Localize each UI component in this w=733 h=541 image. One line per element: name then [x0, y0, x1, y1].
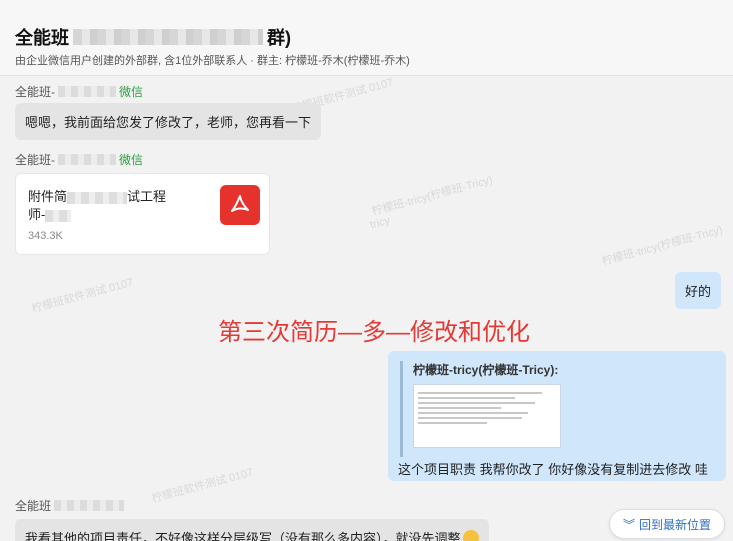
watermark: 柠檬班-tricy(柠檬班-Tricy)	[370, 174, 494, 218]
message-text: 这个项目职责 我帮你改了 你好像没有复制进去修改 哇	[398, 462, 708, 477]
redacted-file-name	[67, 191, 128, 204]
redacted-group-name	[73, 29, 263, 45]
file-name: 附件简 试工程 师-	[28, 189, 167, 222]
message-sender[interactable]: 全能班- 微信	[15, 151, 143, 168]
redacted-sender-name	[58, 154, 116, 165]
quoted-reply-bubble[interactable]: 柠檬班-tricy(柠檬班-Tricy): 这个项目职责 我帮你改了 你好像没有…	[388, 351, 726, 481]
message-sender[interactable]: 全能班	[15, 497, 127, 514]
chat-header: 全能班 群) 由企业微信用户创建的外部群, 含1位外部联系人 · 群主: 柠檬班…	[0, 0, 733, 76]
jump-to-latest-label: 回到最新位置	[639, 517, 712, 532]
watermark: 柠檬班软件测试 0107	[30, 276, 135, 316]
wechat-tag: 微信	[119, 85, 144, 99]
group-title[interactable]: 全能班 群)	[15, 24, 291, 50]
wechat-tag: 微信	[119, 153, 144, 167]
watermark: 柠檬班软件测试 0107	[150, 466, 255, 506]
message-sender[interactable]: 全能班- 微信	[15, 83, 143, 100]
quoted-image-thumbnail[interactable]	[413, 384, 561, 448]
overlay-caption: 第三次简历—多—修改和优化	[218, 319, 530, 346]
jump-to-latest-button[interactable]: ︾ 回到最新位置	[609, 509, 725, 539]
quoted-message[interactable]: 柠檬班-tricy(柠檬班-Tricy):	[400, 361, 718, 457]
redacted-sender-name	[58, 86, 116, 97]
quote-author: 柠檬班-tricy(柠檬班-Tricy):	[413, 363, 559, 377]
file-attachment-card[interactable]: 附件简 试工程 师- 343.3K	[15, 173, 270, 255]
message-bubble[interactable]: 我看其他的项目责任，不好像这样分层级写（没有那么多内容），就没先调整	[15, 519, 489, 541]
file-size: 343.3K	[28, 230, 63, 242]
watermark: tricy	[368, 214, 392, 232]
message-bubble[interactable]: 嗯嗯，我前面给您发了修改了，老师，您再看一下	[15, 103, 322, 140]
group-title-suffix: 群)	[267, 28, 291, 48]
double-chevron-down-icon: ︾	[622, 517, 635, 532]
pdf-icon	[220, 185, 260, 225]
group-title-prefix: 全能班	[15, 28, 69, 48]
redacted-file-name	[45, 209, 72, 222]
watermark: 柠檬班-tricy(柠檬班-Tricy)	[600, 224, 724, 268]
message-bubble-outgoing[interactable]: 好的	[675, 272, 722, 309]
redacted-sender-name	[54, 500, 125, 511]
smile-emoji-icon	[462, 530, 479, 541]
group-subtitle: 由企业微信用户创建的外部群, 含1位外部联系人 · 群主: 柠檬班-乔木(柠檬班…	[15, 55, 410, 67]
chat-area[interactable]: 柠檬班软件测试 0107 柠檬班-tricy(柠檬班-Tricy) 柠檬班-tr…	[0, 77, 733, 541]
pdf-glyph	[231, 195, 249, 212]
